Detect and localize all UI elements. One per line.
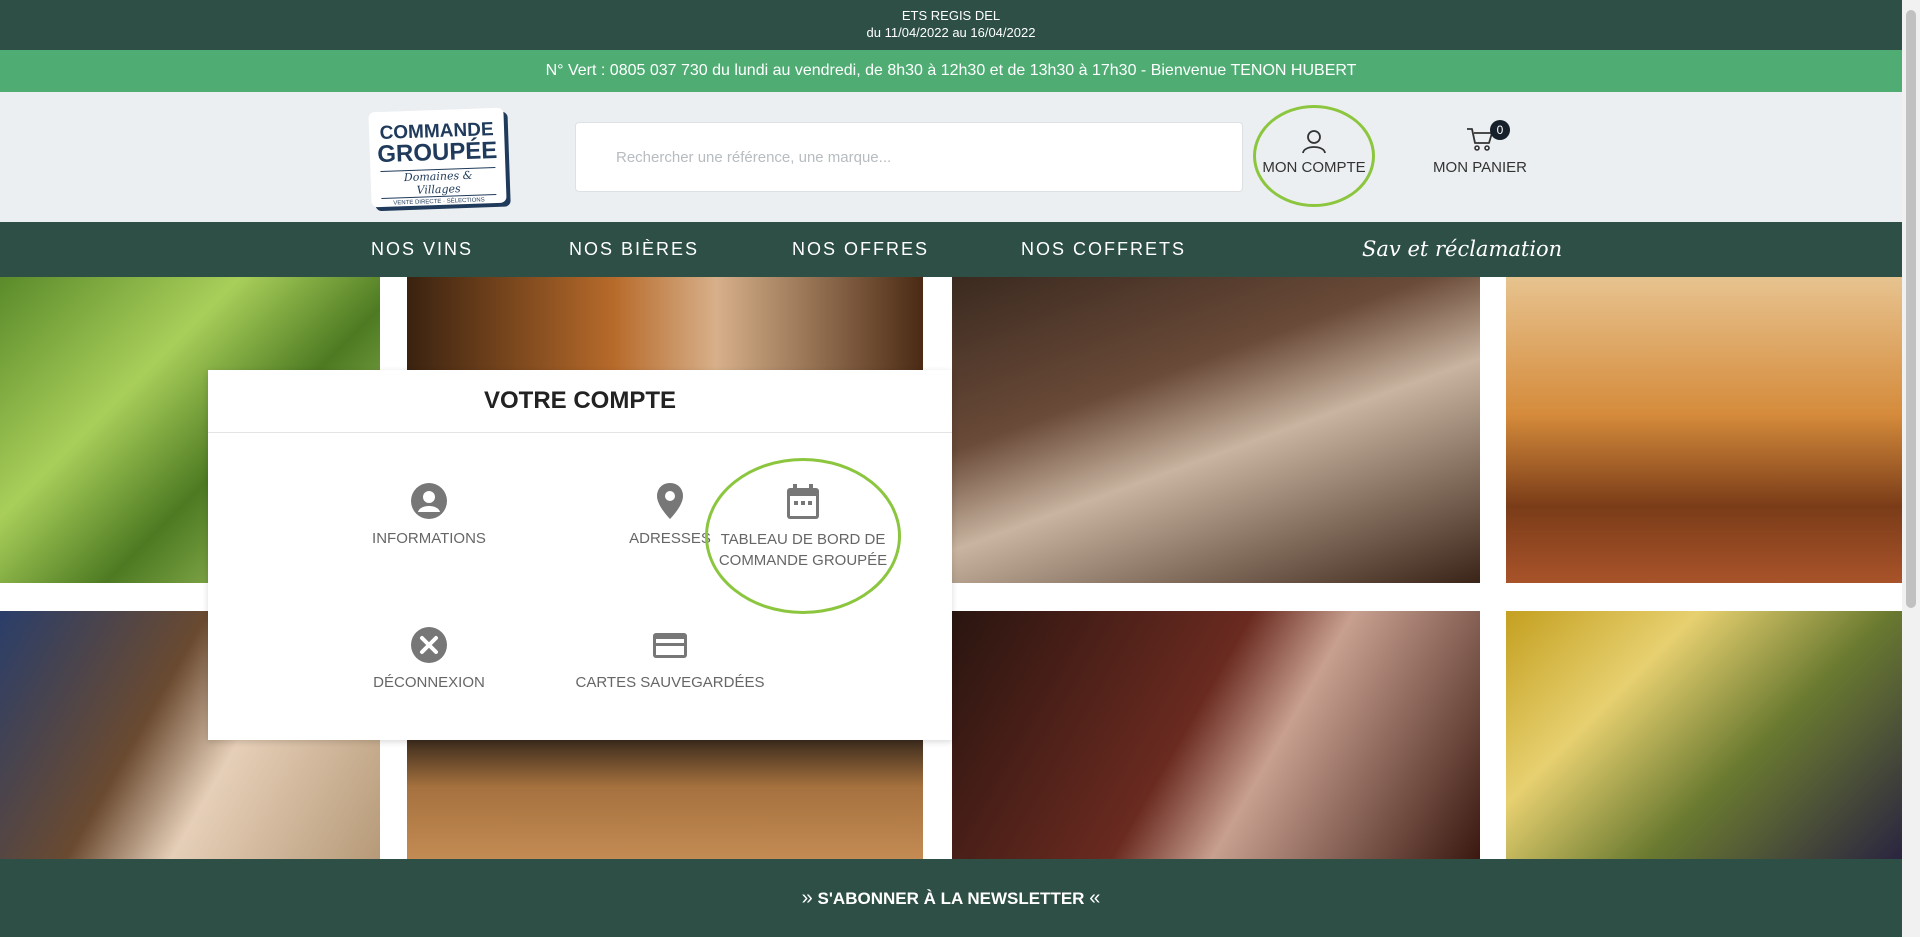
scrollbar-thumb[interactable] [1906,10,1916,608]
barrel-image[interactable] [407,739,923,859]
site-logo[interactable]: COMMANDE GROUPÉE Domaines & Villages VEN… [368,107,507,208]
user-icon [1302,130,1326,154]
tile-deconnexion[interactable]: DÉCONNEXION [319,626,539,693]
account-label: MON COMPTE [1262,159,1366,176]
newsletter-bar[interactable]: » S'ABONNER À LA NEWSLETTER « [0,859,1902,937]
tile-informations-label: INFORMATIONS [372,530,486,547]
store-banner: ETS REGIS DEL du 11/04/2022 au 16/04/202… [0,0,1902,50]
account-panel-title: VOTRE COMPTE [208,370,952,433]
brewery-image[interactable] [407,277,923,371]
wine-glass-image[interactable] [952,611,1480,859]
nav-item-bieres[interactable]: NOS BIÈRES [569,222,699,277]
calendar-icon [787,484,819,519]
grapes-image[interactable] [1506,611,1902,859]
tile-tableau-label: TABLEAU DE BORD DE COMMANDE GROUPÉE [718,531,888,569]
nav-item-vins[interactable]: NOS VINS [371,222,473,277]
beer-bread-image[interactable] [1506,277,1902,583]
tile-adresses-label: ADRESSES [629,530,711,547]
cart-button[interactable]: 0 MON PANIER [1420,120,1540,196]
logo-line-2: GROUPÉE [376,136,498,169]
store-dates: du 11/04/2022 au 16/04/2022 [866,25,1036,40]
tile-cartes-label: CARTES SAUVEGARDÉES [575,674,765,691]
credit-card-icon [653,633,687,658]
header: COMMANDE GROUPÉE Domaines & Villages VEN… [0,92,1902,222]
tile-informations[interactable]: INFORMATIONS [319,482,539,549]
account-dropdown: VOTRE COMPTE INFORMATIONS ADRESSES TABLE… [208,370,952,740]
nav-item-offres[interactable]: NOS OFFRES [792,222,929,277]
tile-cartes[interactable]: CARTES SAUVEGARDÉES [560,626,780,693]
info-bar: N° Vert : 0805 037 730 du lundi au vendr… [0,50,1902,92]
user-circle-icon [411,483,447,519]
chevron-left-double-icon: « [1089,887,1101,909]
close-circle-icon [411,627,447,663]
cart-label: MON PANIER [1433,159,1527,176]
nav-item-coffrets[interactable]: NOS COFFRETS [1021,222,1186,277]
chevron-right-double-icon: » [801,887,813,909]
main-nav: NOS VINS NOS BIÈRES NOS OFFRES NOS COFFR… [0,222,1902,277]
tile-tableau-de-bord[interactable]: TABLEAU DE BORD DE COMMANDE GROUPÉE [705,458,901,614]
beer-pour-image[interactable] [952,277,1480,583]
nav-item-sav[interactable]: Sav et réclamation [1362,222,1562,277]
account-button[interactable]: MON COMPTE [1253,105,1375,207]
page-scrollbar[interactable] [1902,0,1920,937]
cart-count-badge: 0 [1490,120,1510,140]
search-input[interactable] [576,123,1242,191]
newsletter-label: S'ABONNER À LA NEWSLETTER [817,889,1085,908]
store-name: ETS REGIS DEL [901,8,1001,23]
logo-line-3: Domaines & Villages [380,166,497,199]
info-text: N° Vert : 0805 037 730 du lundi au vendr… [545,62,1357,79]
tile-deconnexion-label: DÉCONNEXION [373,674,485,691]
location-pin-icon [657,483,683,519]
search-box [575,122,1243,192]
